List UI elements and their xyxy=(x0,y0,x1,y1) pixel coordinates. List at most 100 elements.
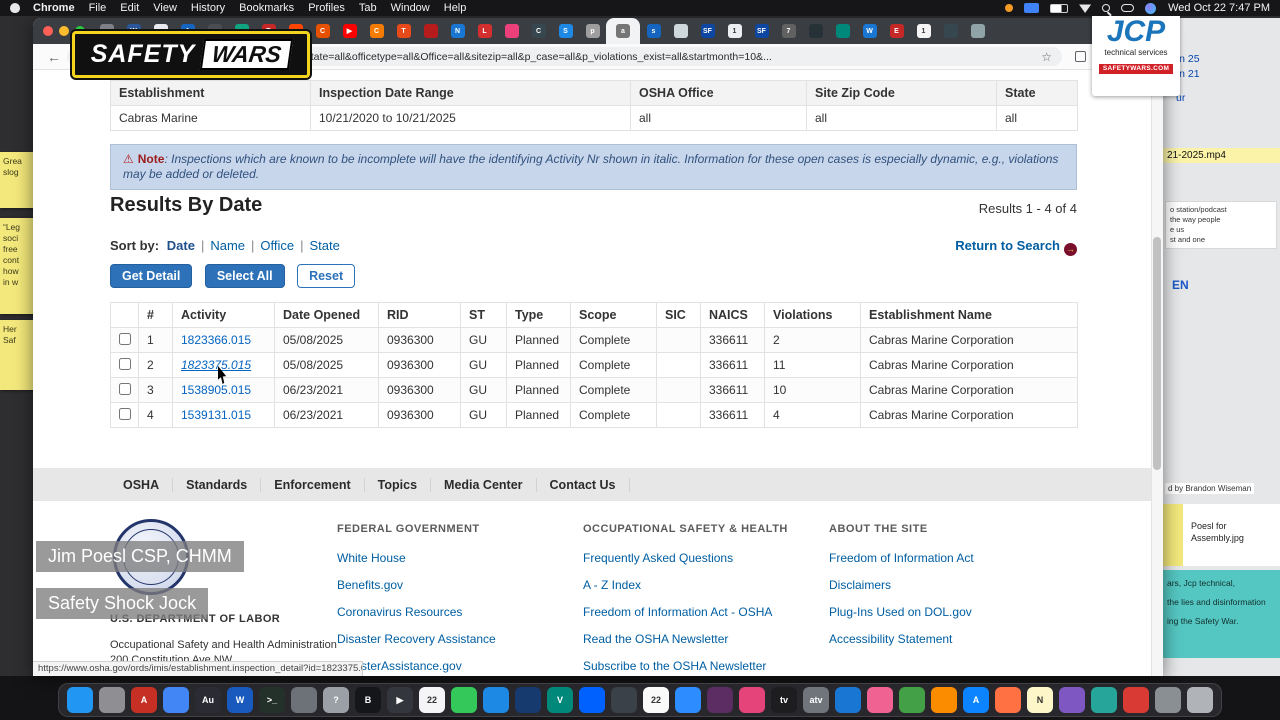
dock-slack[interactable] xyxy=(707,687,733,713)
footer-link[interactable]: Freedom of Information Act xyxy=(829,551,1075,565)
extensions-icon[interactable] xyxy=(1075,51,1086,62)
page-scrollbar[interactable] xyxy=(1151,70,1163,676)
dock-photos[interactable] xyxy=(867,687,893,713)
browser-tab[interactable]: 7 xyxy=(775,18,802,44)
browser-tab[interactable]: a xyxy=(606,18,640,44)
dock-settings[interactable] xyxy=(291,687,317,713)
footer-nav-standards[interactable]: Standards xyxy=(173,477,262,492)
reset-button[interactable]: Reset xyxy=(297,264,356,288)
browser-tab[interactable]: SF xyxy=(694,18,721,44)
menu-tab[interactable]: Tab xyxy=(359,2,377,14)
get-detail-button[interactable]: Get Detail xyxy=(110,264,193,288)
dock-help[interactable]: ? xyxy=(323,687,349,713)
dock-zoom[interactable] xyxy=(675,687,701,713)
footer-link[interactable]: Subscribe to the OSHA Newsletter xyxy=(583,659,829,673)
menu-profiles[interactable]: Profiles xyxy=(308,2,345,14)
browser-tab[interactable] xyxy=(417,18,444,44)
control-center-icon[interactable] xyxy=(1121,4,1135,12)
browser-tab[interactable]: p xyxy=(579,18,606,44)
browser-tab[interactable]: C xyxy=(363,18,390,44)
footer-nav-topics[interactable]: Topics xyxy=(365,477,432,492)
dock-boxcaster[interactable]: B xyxy=(355,687,381,713)
browser-tab[interactable]: S xyxy=(552,18,579,44)
browser-tab[interactable]: L xyxy=(471,18,498,44)
browser-tab[interactable] xyxy=(802,18,829,44)
dock-trash[interactable] xyxy=(1187,687,1213,713)
return-to-search-link[interactable]: Return to Search → xyxy=(955,238,1077,256)
menu-history[interactable]: History xyxy=(191,2,225,14)
menu-view[interactable]: View xyxy=(153,2,177,14)
apple-icon[interactable] xyxy=(10,3,20,13)
browser-tab[interactable]: SF xyxy=(748,18,775,44)
browser-tab[interactable] xyxy=(667,18,694,44)
wifi-icon[interactable] xyxy=(1079,4,1092,13)
dock-teal-app[interactable] xyxy=(1091,687,1117,713)
footer-link[interactable]: Disclaimers xyxy=(829,578,1075,592)
footer-nav-media-center[interactable]: Media Center xyxy=(431,477,537,492)
browser-tab[interactable]: T xyxy=(390,18,417,44)
activity-link[interactable]: 1539131.015 xyxy=(172,402,275,428)
footer-link[interactable]: Coronavirus Resources xyxy=(337,605,583,619)
menu-chrome[interactable]: Chrome xyxy=(33,2,75,14)
dock-acrobat[interactable]: A xyxy=(131,687,157,713)
sort-name[interactable]: Name xyxy=(210,238,245,253)
siri-icon[interactable] xyxy=(1145,2,1157,14)
dock-video-player[interactable]: ▶ xyxy=(387,687,413,713)
row-checkbox[interactable] xyxy=(119,407,131,420)
dock-numbers[interactable] xyxy=(451,687,477,713)
dock-audition[interactable]: Au xyxy=(195,687,221,713)
browser-tab[interactable]: E xyxy=(883,18,910,44)
footer-link[interactable]: Plug-Ins Used on DOL.gov xyxy=(829,605,1075,619)
footer-link[interactable]: Benefits.gov xyxy=(337,578,583,592)
close-window-button[interactable] xyxy=(43,26,53,36)
browser-tab[interactable]: C xyxy=(525,18,552,44)
dock-red-app[interactable] xyxy=(1123,687,1149,713)
menu-help[interactable]: Help xyxy=(444,2,467,14)
footer-link[interactable]: White House xyxy=(337,551,583,565)
footer-link[interactable]: Disaster Recovery Assistance xyxy=(337,632,583,646)
browser-tab[interactable]: W xyxy=(856,18,883,44)
dock-vlc[interactable]: V xyxy=(547,687,573,713)
sort-date[interactable]: Date xyxy=(167,238,195,253)
row-checkbox[interactable] xyxy=(119,357,131,370)
scrollbar-thumb[interactable] xyxy=(1153,237,1161,470)
footer-link[interactable]: DisasterAssistance.gov xyxy=(337,659,583,673)
dock-navy-app[interactable] xyxy=(515,687,541,713)
menu-file[interactable]: File xyxy=(89,2,107,14)
dock-notes[interactable]: N xyxy=(1027,687,1053,713)
dock-apple-tv[interactable]: tv xyxy=(771,687,797,713)
dock-finder[interactable] xyxy=(67,687,93,713)
browser-tab[interactable]: ▶ xyxy=(336,18,363,44)
activity-link[interactable]: 1823366.015 xyxy=(172,327,275,353)
dock-chrome[interactable] xyxy=(163,687,189,713)
dock-green-app[interactable] xyxy=(899,687,925,713)
dock-pink-app[interactable] xyxy=(739,687,765,713)
dock-calendar[interactable]: 22 xyxy=(419,687,445,713)
sort-office[interactable]: Office xyxy=(260,238,294,253)
dock-mail[interactable] xyxy=(483,687,509,713)
select-all-button[interactable]: Select All xyxy=(204,264,285,288)
dock-orange-app-2[interactable] xyxy=(995,687,1021,713)
browser-tab[interactable] xyxy=(829,18,856,44)
dock-gray-app-2[interactable] xyxy=(1155,687,1181,713)
footer-link[interactable]: Freedom of Information Act - OSHA xyxy=(583,605,829,619)
footer-link[interactable]: Accessibility Statement xyxy=(829,632,1075,646)
footer-link[interactable]: Frequently Asked Questions xyxy=(583,551,829,565)
browser-tab[interactable]: C xyxy=(309,18,336,44)
dock-dark-app[interactable] xyxy=(611,687,637,713)
row-checkbox[interactable] xyxy=(119,382,131,395)
menu-bookmarks[interactable]: Bookmarks xyxy=(239,2,294,14)
footer-nav-contact-us[interactable]: Contact Us xyxy=(537,477,630,492)
dock-app-store[interactable]: A xyxy=(963,687,989,713)
rp-filename[interactable]: 21-2025.mp4 xyxy=(1163,148,1280,163)
browser-tab[interactable] xyxy=(937,18,964,44)
screen-share-icon[interactable] xyxy=(1024,3,1040,13)
browser-tab[interactable]: s xyxy=(640,18,667,44)
back-button[interactable]: ← xyxy=(47,49,61,65)
browser-tab[interactable]: 1 xyxy=(721,18,748,44)
browser-tab[interactable] xyxy=(964,18,991,44)
footer-nav-enforcement[interactable]: Enforcement xyxy=(261,477,365,492)
dock-launchpad[interactable] xyxy=(99,687,125,713)
dock-blue-app[interactable] xyxy=(835,687,861,713)
dock-orange-app[interactable] xyxy=(931,687,957,713)
